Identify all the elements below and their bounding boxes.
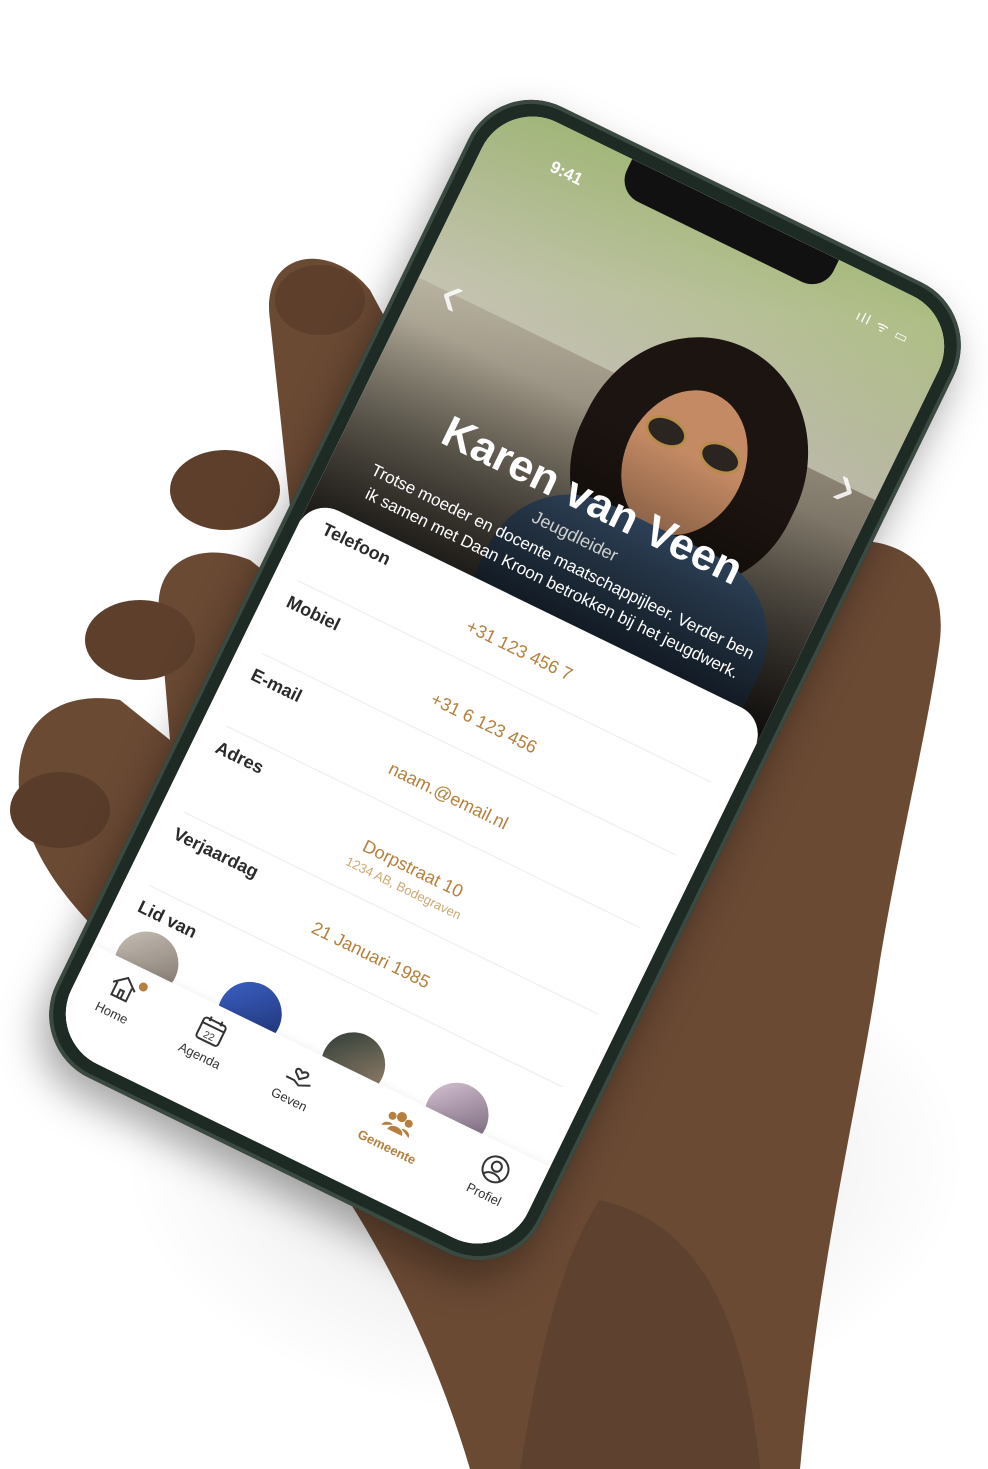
tab-gemeente[interactable]: Gemeente (355, 1094, 434, 1167)
calendar-day: 22 (201, 1029, 216, 1044)
tab-home[interactable]: Home (93, 966, 150, 1027)
tab-geven[interactable]: Geven (269, 1052, 326, 1114)
tab-agenda[interactable]: 22 Agenda (176, 1007, 239, 1072)
tab-profiel[interactable]: Profiel (464, 1147, 519, 1209)
